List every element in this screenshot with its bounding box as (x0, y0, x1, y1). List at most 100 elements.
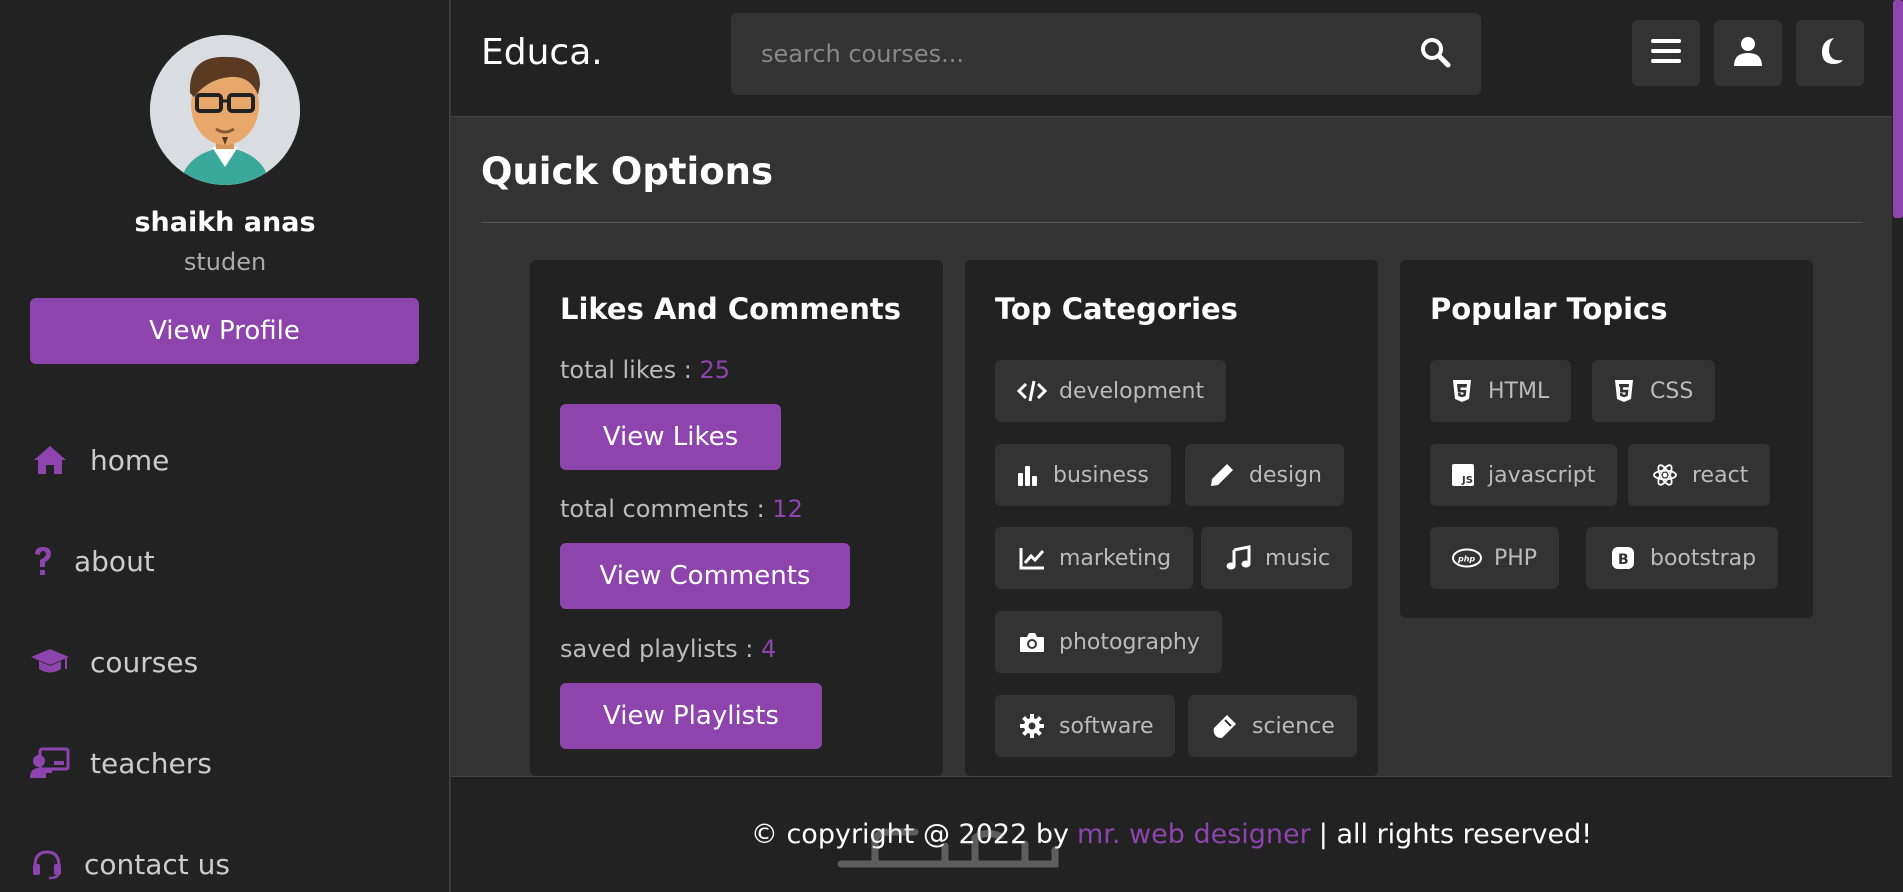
gear-icon (1017, 711, 1047, 741)
theme-toggle-button[interactable] (1796, 20, 1864, 86)
topic-html[interactable]: HTML (1430, 360, 1572, 422)
music-icon (1223, 543, 1253, 573)
moon-icon (1816, 36, 1844, 70)
tag-label: music (1265, 545, 1331, 571)
avatar[interactable] (150, 35, 300, 185)
sidebar-item-label: about (74, 544, 155, 578)
javascript-icon: JS (1452, 460, 1474, 490)
topic-bootstrap[interactable]: B bootstrap (1586, 527, 1779, 589)
sidebar-item-contact-us[interactable]: contact us (30, 839, 230, 889)
header: Educa. (451, 0, 1892, 117)
teacher-icon (30, 743, 70, 783)
card-title: Likes And Comments (560, 292, 901, 326)
headset-icon (30, 844, 64, 884)
likes-comments-card: Likes And Comments total likes : 25 View… (530, 260, 943, 776)
sidebar-item-home[interactable]: home (30, 435, 169, 485)
home-icon (30, 440, 70, 480)
line-chart-icon (1017, 543, 1047, 573)
watermark-logo (835, 822, 1065, 874)
bootstrap-icon: B (1608, 543, 1638, 573)
stat-label: saved playlists : (560, 635, 761, 663)
total-comments-stat: total comments : 12 (560, 495, 803, 523)
chart-bar-icon (1017, 460, 1039, 490)
category-business[interactable]: business (995, 444, 1171, 506)
view-playlists-button[interactable]: View Playlists (560, 683, 822, 749)
profile-name: shaikh anas (134, 207, 316, 238)
scrollbar-thumb[interactable] (1893, 0, 1903, 218)
sidebar-item-teachers[interactable]: teachers (30, 738, 212, 788)
tag-label: HTML (1488, 378, 1550, 404)
stat-value: 25 (699, 356, 731, 384)
view-comments-button[interactable]: View Comments (560, 543, 850, 609)
category-software[interactable]: software (995, 695, 1176, 757)
total-likes-stat: total likes : 25 (560, 356, 730, 384)
topic-php[interactable]: php PHP (1430, 527, 1560, 589)
view-likes-button[interactable]: View Likes (560, 404, 781, 470)
category-marketing[interactable]: marketing (995, 527, 1194, 589)
tag-label: CSS (1650, 378, 1694, 404)
sidebar-item-label: courses (90, 645, 199, 679)
topic-react[interactable]: react (1628, 444, 1771, 506)
stat-label: total comments : (560, 495, 773, 523)
profile-role: studen (183, 248, 267, 276)
camera-icon (1017, 627, 1047, 657)
menu-button[interactable] (1632, 20, 1700, 86)
title-divider (481, 222, 1863, 223)
svg-text:JS: JS (1461, 475, 1473, 486)
tag-label: design (1249, 462, 1322, 488)
saved-playlists-stat: saved playlists : 4 (560, 635, 776, 663)
tag-label: software (1059, 713, 1154, 739)
menu-icon (1651, 38, 1681, 68)
search-icon[interactable] (1419, 36, 1451, 72)
card-title: Popular Topics (1430, 292, 1668, 326)
css3-icon (1614, 376, 1634, 406)
tag-label: science (1252, 713, 1335, 739)
tag-label: bootstrap (1650, 545, 1757, 571)
rights-text: | all rights reserved! (1318, 819, 1593, 850)
test-tube-icon (1210, 711, 1240, 741)
view-profile-button[interactable]: View Profile (30, 298, 419, 364)
card-title: Top Categories (995, 292, 1238, 326)
author-link[interactable]: mr. web designer (1077, 819, 1311, 850)
stat-value: 4 (760, 635, 777, 663)
user-button[interactable] (1714, 20, 1782, 86)
sidebar-item-courses[interactable]: courses (30, 637, 198, 687)
svg-text:php: php (1457, 555, 1475, 564)
category-development[interactable]: development (995, 360, 1227, 422)
user-icon (1734, 36, 1762, 70)
react-icon (1650, 460, 1680, 490)
footer: © copyright @ 2022 by mr. web designer |… (451, 776, 1892, 892)
html5-icon (1452, 376, 1472, 406)
category-design[interactable]: design (1185, 444, 1344, 506)
code-icon (1017, 376, 1047, 406)
top-categories-card: Top Categories development business desi… (965, 260, 1378, 776)
tag-label: react (1692, 462, 1749, 488)
tag-label: photography (1059, 629, 1200, 655)
search-box (731, 13, 1481, 95)
sidebar: shaikh anas studen View Profile home abo… (0, 0, 450, 892)
sidebar-item-about[interactable]: about (30, 536, 155, 586)
tag-label: business (1053, 462, 1149, 488)
tag-label: marketing (1059, 545, 1172, 571)
tag-label: PHP (1494, 545, 1538, 571)
sidebar-item-label: teachers (90, 746, 212, 780)
popular-topics-card: Popular Topics HTML CSS JS javascript re… (1400, 260, 1813, 618)
search-input[interactable] (761, 40, 1419, 68)
sidebar-item-label: contact us (84, 847, 231, 881)
php-icon: php (1452, 543, 1482, 573)
category-music[interactable]: music (1201, 527, 1353, 589)
logo[interactable]: Educa. (481, 32, 603, 73)
tag-label: javascript (1488, 462, 1596, 488)
page-title: Quick Options (481, 150, 773, 193)
svg-text:B: B (1618, 552, 1629, 568)
stat-label: total likes : (560, 356, 700, 384)
stat-value: 12 (772, 495, 803, 523)
category-science[interactable]: science (1188, 695, 1357, 757)
topic-javascript[interactable]: JS javascript (1430, 444, 1618, 506)
tag-label: development (1059, 378, 1205, 404)
graduation-cap-icon (30, 642, 70, 682)
sidebar-item-label: home (90, 443, 170, 477)
topic-css[interactable]: CSS (1592, 360, 1716, 422)
category-photography[interactable]: photography (995, 611, 1222, 673)
pencil-icon (1207, 460, 1237, 490)
